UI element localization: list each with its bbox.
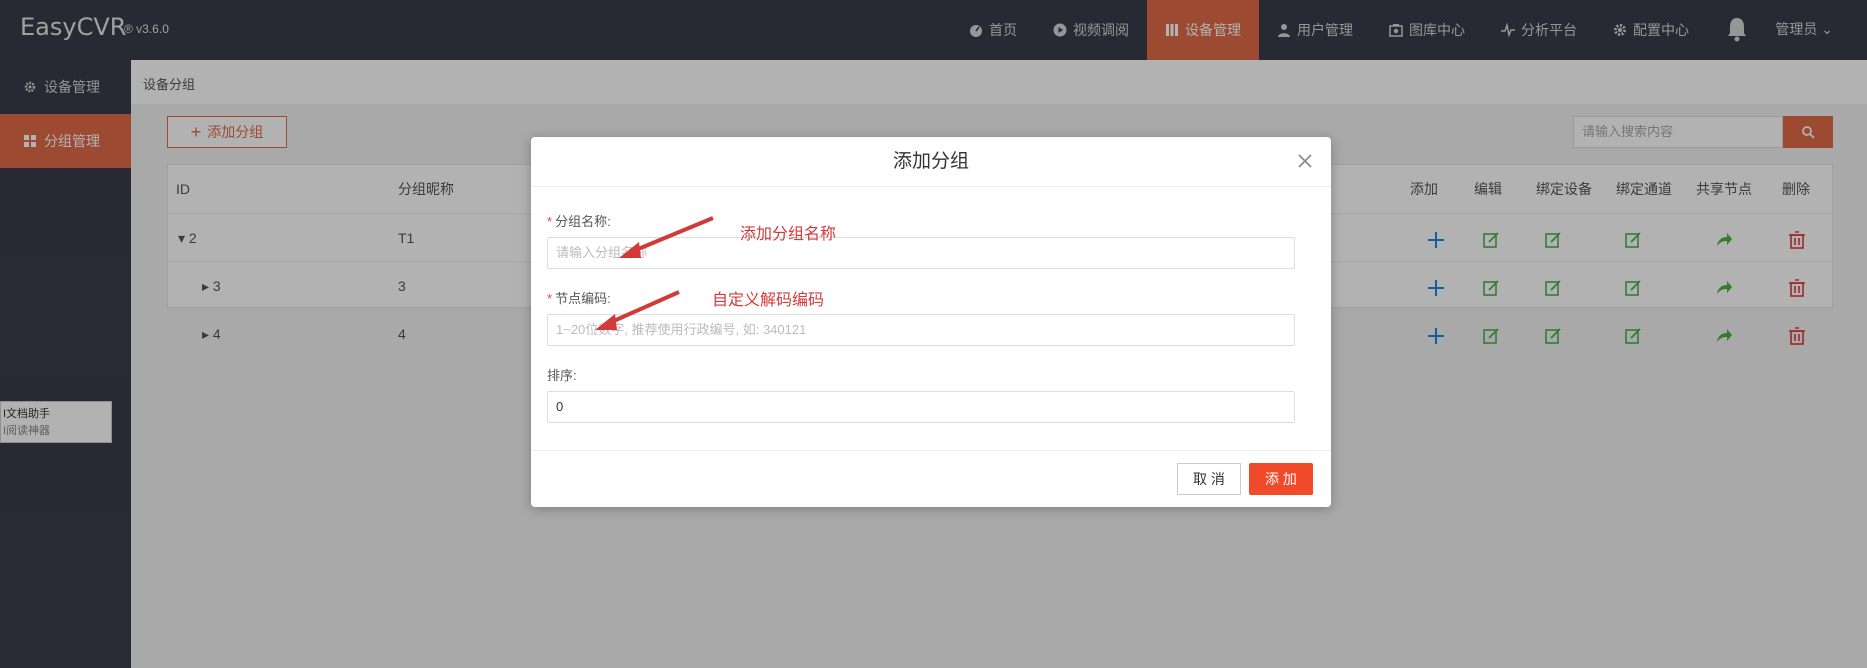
dialog-divider <box>531 450 1331 451</box>
annotation-arrow <box>619 216 714 258</box>
sort-input[interactable]: 0 <box>547 391 1295 423</box>
submit-add-button[interactable]: 添 加 <box>1249 463 1313 495</box>
add-group-dialog: 添加分组 * 分组名称: 请输入分组名称 * 节点编码: 1~20位数字, 推荐使用… <box>531 137 1331 507</box>
annotation-node-code: 自定义解码编码 <box>712 292 825 309</box>
close-icon[interactable] <box>1295 151 1315 171</box>
annotation-arrow <box>595 290 680 330</box>
group-name-label: * 分组名称: <box>547 214 611 229</box>
sort-label: 排序: <box>547 368 577 383</box>
dialog-title: 添加分组 <box>531 137 1331 187</box>
cancel-button[interactable]: 取 消 <box>1177 463 1241 495</box>
annotation-group-name: 添加分组名称 <box>740 226 837 243</box>
sort-value: 0 <box>556 399 564 414</box>
